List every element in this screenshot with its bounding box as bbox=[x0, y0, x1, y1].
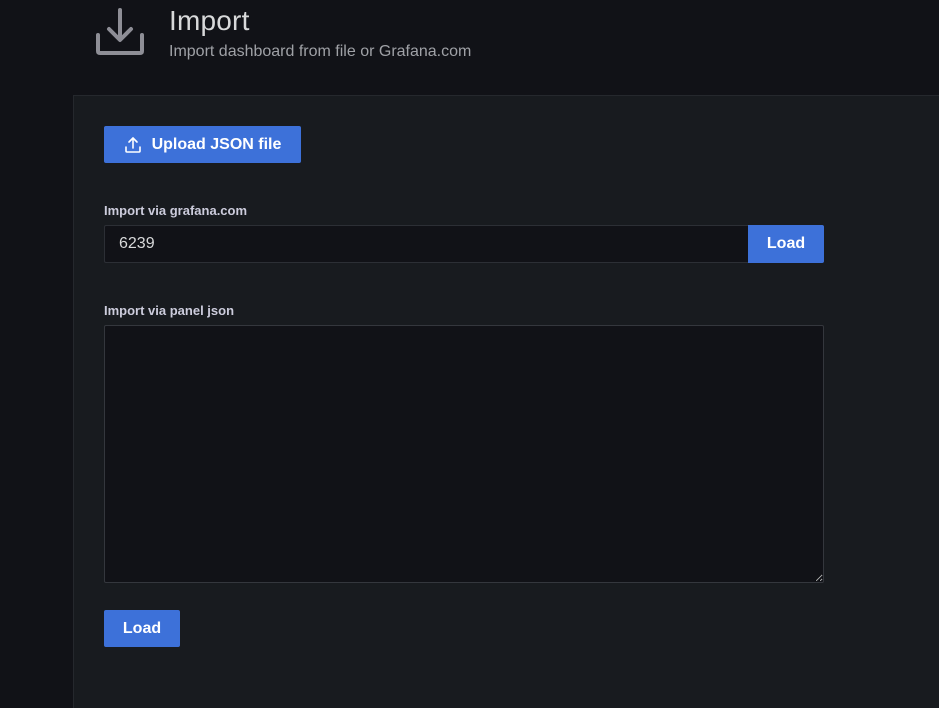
panel-json-textarea[interactable] bbox=[104, 325, 824, 583]
grafana-com-input[interactable] bbox=[104, 225, 749, 263]
app-root: Import Import dashboard from file or Gra… bbox=[0, 0, 939, 708]
panel-json-label: Import via panel json bbox=[104, 303, 235, 318]
download-icon bbox=[94, 6, 146, 58]
upload-icon bbox=[124, 136, 142, 154]
page-header: Import Import dashboard from file or Gra… bbox=[0, 0, 939, 95]
import-panel: Upload JSON file Import via grafana.com … bbox=[73, 95, 939, 708]
upload-json-button[interactable]: Upload JSON file bbox=[104, 126, 301, 163]
grafana-com-load-button[interactable]: Load bbox=[748, 225, 824, 263]
page-subtitle: Import dashboard from file or Grafana.co… bbox=[169, 43, 472, 60]
panel-json-load-button[interactable]: Load bbox=[104, 610, 180, 647]
upload-json-label: Upload JSON file bbox=[151, 135, 282, 153]
left-gutter bbox=[0, 0, 73, 708]
grafana-com-label: Import via grafana.com bbox=[104, 203, 248, 218]
page-title: Import bbox=[169, 5, 250, 36]
